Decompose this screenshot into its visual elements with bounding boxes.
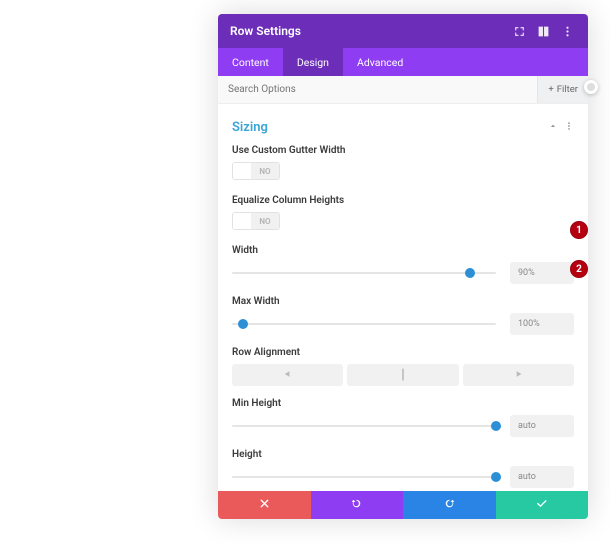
align-right-icon: ⯈ [514,370,522,381]
equalize-toggle[interactable]: NO [232,212,280,230]
min-height-slider[interactable] [232,425,496,427]
equalize-label: Equalize Column Heights [232,195,574,206]
slider-thumb-icon[interactable] [491,421,501,431]
modal-title: Row Settings [230,24,504,38]
min-height-value[interactable]: auto [510,415,574,437]
row-settings-modal: Row Settings Content Design Advanced + F… [218,14,588,519]
help-bubble-icon[interactable] [584,80,598,94]
option-gutter: Use Custom Gutter Width NO [232,145,574,183]
align-center-button[interactable]: ┃ [347,364,458,386]
align-left-button[interactable]: ⯇ [232,364,343,386]
redo-icon [443,497,456,513]
align-center-icon: ┃ [400,370,406,381]
gutter-toggle[interactable]: NO [232,162,280,180]
cancel-button[interactable] [218,491,311,519]
align-right-button[interactable]: ⯈ [463,364,574,386]
check-icon [535,497,548,513]
slider-thumb-icon[interactable] [238,319,248,329]
confirm-button[interactable] [496,491,589,519]
height-label: Height [232,449,574,460]
option-row-alignment: Row Alignment ⯇ ┃ ⯈ [232,347,574,386]
section-sizing-title: Sizing [232,120,268,135]
undo-icon [350,497,363,513]
callout-2: 2 [570,260,588,278]
close-icon [258,497,271,513]
option-width: Width 90% [232,245,574,284]
search-input[interactable] [218,84,537,95]
option-min-height: Min Height auto [232,398,574,437]
option-height: Height auto [232,449,574,488]
modal-footer [218,491,588,519]
option-max-width: Max Width 100% [232,296,574,335]
equalize-state: NO [251,213,279,229]
min-height-label: Min Height [232,398,574,409]
slider-thumb-icon[interactable] [491,472,501,482]
filter-button[interactable]: + Filter [537,76,588,103]
kebab-icon[interactable] [564,121,574,134]
max-width-label: Max Width [232,296,574,307]
gutter-state: NO [251,163,279,179]
gutter-label: Use Custom Gutter Width [232,145,574,156]
max-width-value[interactable]: 100% [510,313,574,335]
search-bar: + Filter [218,76,588,104]
max-width-slider[interactable] [232,323,496,325]
option-equalize: Equalize Column Heights NO [232,195,574,233]
width-label: Width [232,245,574,256]
height-slider[interactable] [232,476,496,478]
modal-header: Row Settings [218,14,588,48]
height-value[interactable]: auto [510,466,574,488]
width-slider[interactable] [232,272,496,274]
slider-thumb-icon[interactable] [465,268,475,278]
redo-button[interactable] [403,491,496,519]
tab-design[interactable]: Design [283,48,343,76]
width-value[interactable]: 90% [510,262,574,284]
filter-label: Filter [557,84,578,95]
tab-advanced[interactable]: Advanced [343,48,417,76]
kebab-icon[interactable] [558,22,576,40]
chevron-up-icon [548,121,558,134]
plus-icon: + [548,84,553,95]
callout-1: 1 [570,221,588,239]
snap-icon[interactable] [534,22,552,40]
expand-icon[interactable] [510,22,528,40]
tab-content[interactable]: Content [218,48,283,76]
section-sizing[interactable]: Sizing [232,114,574,145]
undo-button[interactable] [311,491,404,519]
settings-body[interactable]: Sizing Use Custom Gutter Width NO Equali… [218,104,588,491]
row-alignment-label: Row Alignment [232,347,574,358]
align-left-icon: ⯇ [284,370,292,381]
tab-bar: Content Design Advanced [218,48,588,76]
